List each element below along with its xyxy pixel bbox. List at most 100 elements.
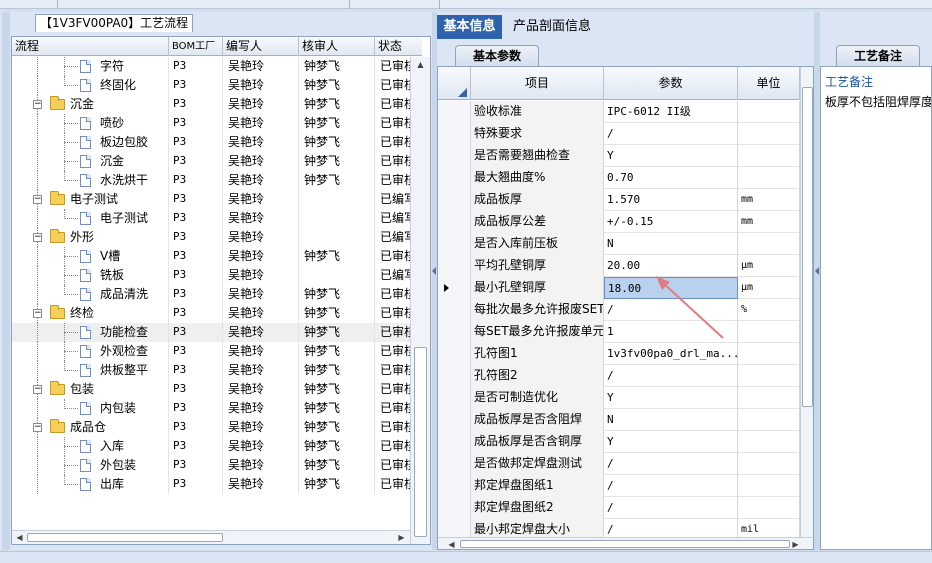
tree-row[interactable]: − 终检 P3 吴艳玲 钟梦飞 已审核 (12, 304, 422, 323)
param-value[interactable]: N (604, 409, 738, 431)
param-value[interactable]: 1v3fv00pa0_drl_ma... (604, 343, 738, 365)
collapse-node-icon[interactable]: − (33, 233, 42, 242)
row-indicator[interactable] (438, 123, 471, 145)
col-header-bom-factory[interactable]: BOM工厂 (169, 37, 223, 56)
tree-node[interactable]: − 终检 (12, 304, 169, 323)
param-row[interactable]: 是否需要翘曲检查 Y (438, 145, 800, 167)
param-value[interactable]: Y (604, 145, 738, 167)
tree-row[interactable]: − 沉金 P3 吴艳玲 钟梦飞 已审核 (12, 95, 422, 114)
tree-row[interactable]: 喷砂 P3 吴艳玲 钟梦飞 已审核 (12, 114, 422, 133)
row-indicator[interactable] (438, 453, 471, 475)
left-edge-splitter[interactable] (2, 12, 10, 550)
scroll-left-icon[interactable]: ◀ (14, 532, 25, 543)
tree-node[interactable]: − 包装 (12, 380, 169, 399)
grid-scroll-right-icon[interactable]: ▶ (790, 539, 801, 549)
param-row[interactable]: 最大翘曲度% 0.70 (438, 167, 800, 189)
row-indicator[interactable] (438, 299, 471, 321)
row-indicator[interactable] (438, 387, 471, 409)
param-row[interactable]: 邦定焊盘图纸2/ (438, 497, 800, 519)
param-row[interactable]: 特殊要求 / (438, 123, 800, 145)
param-row[interactable]: 成品板厚是否含阻焊 N (438, 409, 800, 431)
tree-row[interactable]: 铣板 P3 吴艳玲 已编写 (12, 266, 422, 285)
col-header-param[interactable]: 参数 (604, 67, 738, 100)
grid-corner[interactable] (438, 67, 471, 100)
tab-product-section-info[interactable]: 产品剖面信息 (507, 15, 597, 39)
tree-node[interactable]: − 沉金 (12, 95, 169, 114)
tree-node[interactable]: 外包装 (12, 456, 169, 475)
param-value[interactable]: Y (604, 431, 738, 453)
param-row[interactable]: 平均孔壁铜厚 20.00 µm (438, 255, 800, 277)
tree-row[interactable]: 功能检查 P3 吴艳玲 钟梦飞 已审核 (12, 323, 422, 342)
tree-row[interactable]: 成品清洗 P3 吴艳玲 钟梦飞 已审核 (12, 285, 422, 304)
param-value[interactable]: IPC-6012 II级 (604, 101, 738, 123)
subtab-process-remark[interactable]: 工艺备注 (836, 45, 920, 66)
tree-node[interactable]: 功能检查 (12, 323, 169, 342)
param-row[interactable]: 邦定焊盘图纸1/ (438, 475, 800, 497)
row-indicator[interactable] (438, 475, 471, 497)
row-indicator[interactable] (438, 431, 471, 453)
tree-row[interactable]: 烘板整平 P3 吴艳玲 钟梦飞 已审核 (12, 361, 422, 380)
param-row[interactable]: 成品板厚公差 +/-0.15 mm (438, 211, 800, 233)
col-header-author[interactable]: 编写人 (223, 37, 299, 56)
tree-row[interactable]: 板边包胶 P3 吴艳玲 钟梦飞 已审核 (12, 133, 422, 152)
col-header-flow[interactable]: 流程 (12, 37, 169, 56)
param-value[interactable]: / (604, 497, 738, 519)
collapse-node-icon[interactable]: − (33, 100, 42, 109)
param-row[interactable]: 孔符图2/ (438, 365, 800, 387)
tree-row[interactable]: 内包装 P3 吴艳玲 钟梦飞 已审核 (12, 399, 422, 418)
tree-row[interactable]: − 电子测试 P3 吴艳玲 已编写 (12, 190, 422, 209)
row-indicator[interactable] (438, 211, 471, 233)
tree-row[interactable]: 出库 P3 吴艳玲 钟梦飞 已审核 (12, 475, 422, 494)
param-value[interactable]: N (604, 233, 738, 255)
tree-node[interactable]: 外观检查 (12, 342, 169, 361)
col-header-reviewer[interactable]: 核审人 (299, 37, 375, 56)
param-value[interactable]: Y (604, 387, 738, 409)
collapse-node-icon[interactable]: − (33, 385, 42, 394)
param-row[interactable]: 孔符图1 1v3fv00pa0_drl_ma... (438, 343, 800, 365)
tree-node[interactable]: 沉金 (12, 152, 169, 171)
tree-node[interactable]: − 外形 (12, 228, 169, 247)
param-row[interactable]: 成品板厚是否含铜厚 Y (438, 431, 800, 453)
row-indicator[interactable] (438, 189, 471, 211)
row-indicator[interactable] (438, 101, 471, 123)
subtab-basic-params[interactable]: 基本参数 (455, 45, 539, 66)
tree-node[interactable]: − 成品仓 (12, 418, 169, 437)
tree-row[interactable]: 入库 P3 吴艳玲 钟梦飞 已审核 (12, 437, 422, 456)
param-value[interactable]: +/-0.15 (604, 211, 738, 233)
scroll-right-icon[interactable]: ▶ (396, 532, 407, 543)
tree-hscroll-thumb[interactable] (27, 533, 223, 542)
row-indicator[interactable] (438, 255, 471, 277)
grid-hscroll-thumb[interactable] (460, 540, 790, 548)
collapse-right-icon[interactable] (815, 267, 819, 275)
select-all-icon[interactable] (458, 88, 467, 97)
param-row[interactable]: 每批次最多允许报废SET /% (438, 299, 800, 321)
collapse-left-icon[interactable] (432, 267, 436, 275)
tab-basic-info[interactable]: 基本信息 (437, 15, 502, 39)
param-value[interactable]: 1.570 (604, 189, 738, 211)
grid-horizontal-scrollbar[interactable]: ◀ ▶ (438, 537, 813, 549)
row-indicator[interactable] (438, 167, 471, 189)
param-row[interactable]: 成品板厚 1.570 mm (438, 189, 800, 211)
col-header-item[interactable]: 项目 (471, 67, 604, 100)
col-header-unit[interactable]: 单位 (738, 67, 800, 100)
row-indicator[interactable] (438, 277, 471, 299)
tree-node[interactable]: 字符 (12, 57, 169, 76)
param-row[interactable]: 验收标准 IPC-6012 II级 (438, 101, 800, 123)
tree-row[interactable]: 外包装 P3 吴艳玲 钟梦飞 已审核 (12, 456, 422, 475)
tree-node[interactable]: 喷砂 (12, 114, 169, 133)
grid-scroll-thumb[interactable] (802, 87, 813, 407)
col-header-status[interactable]: 状态 (375, 37, 422, 56)
tree-row[interactable]: 字符 P3 吴艳玲 钟梦飞 已审核 (12, 57, 422, 76)
tree-vertical-scrollbar[interactable]: ▲ (410, 57, 430, 544)
tree-row[interactable]: V槽 P3 吴艳玲 钟梦飞 已审核 (12, 247, 422, 266)
collapse-node-icon[interactable]: − (33, 309, 42, 318)
row-indicator[interactable] (438, 343, 471, 365)
tree-node[interactable]: 烘板整平 (12, 361, 169, 380)
param-row[interactable]: 每SET最多允许报废单元 1 (438, 321, 800, 343)
tree-node[interactable]: 入库 (12, 437, 169, 456)
param-value[interactable]: / (604, 365, 738, 387)
tree-scroll-thumb[interactable] (414, 347, 427, 537)
tree-node[interactable]: 成品清洗 (12, 285, 169, 304)
param-row[interactable]: 是否入库前压板 N (438, 233, 800, 255)
tree-node[interactable]: 板边包胶 (12, 133, 169, 152)
